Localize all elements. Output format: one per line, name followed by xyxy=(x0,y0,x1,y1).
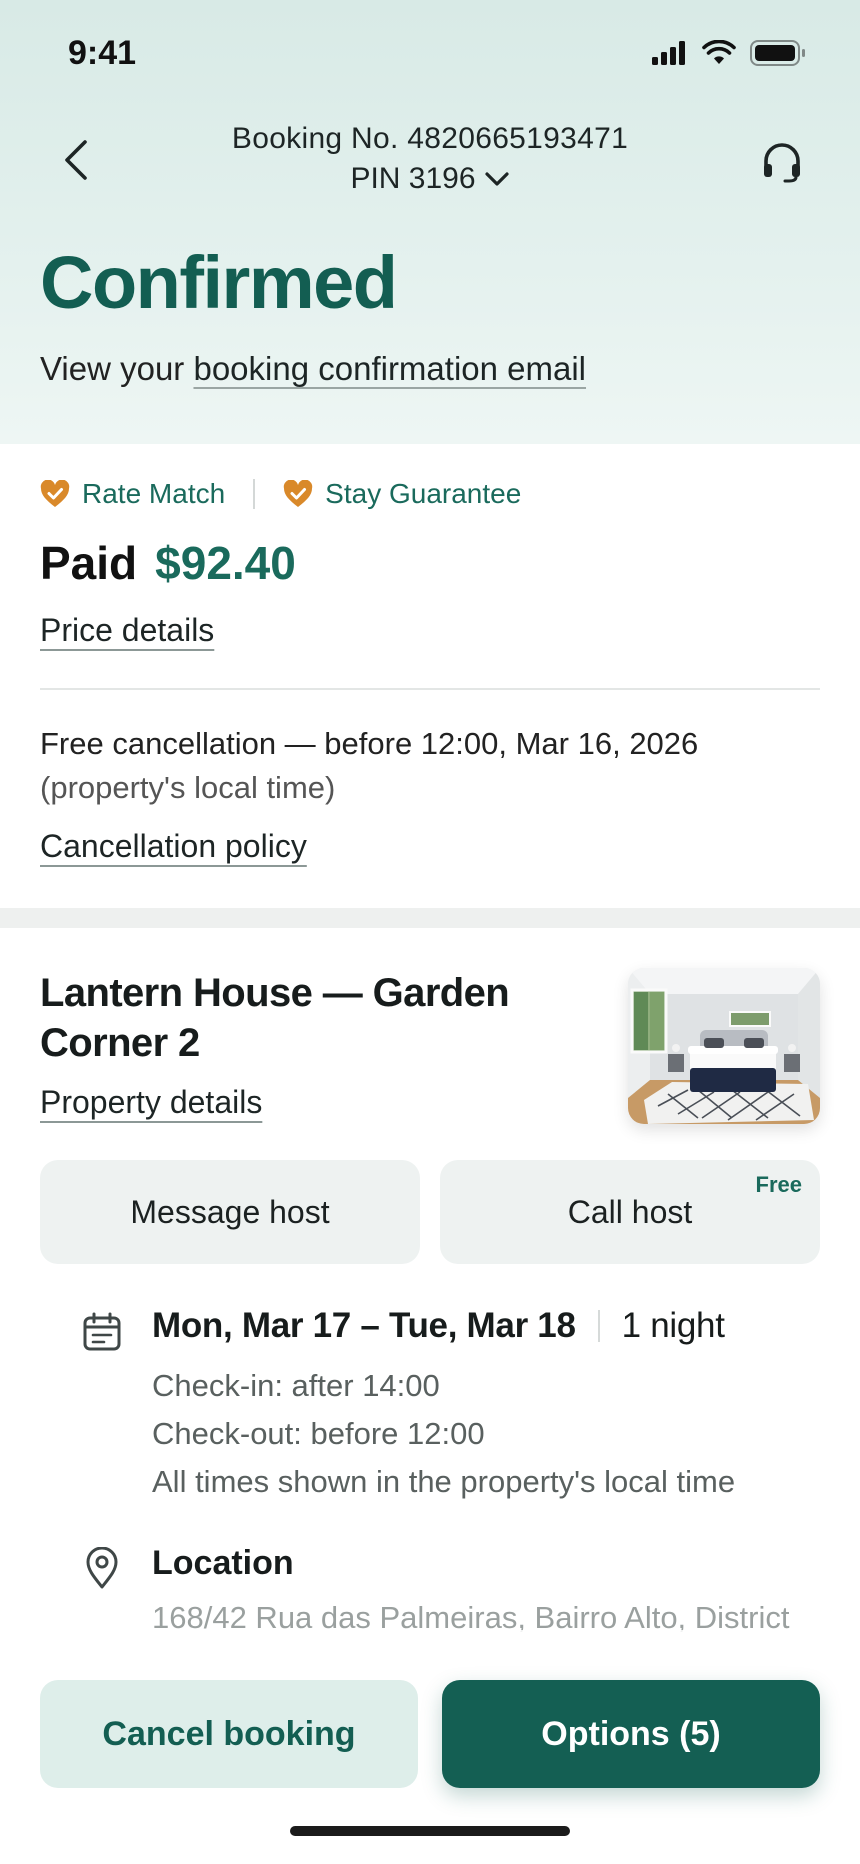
status-icons xyxy=(652,40,806,66)
booking-status-title: Confirmed xyxy=(40,241,398,324)
check-out-time: Check-out: before 12:00 xyxy=(152,1416,485,1451)
price-details-link[interactable]: Price details xyxy=(40,612,214,649)
booking-number: Booking No. 4820665193471 xyxy=(231,122,629,155)
badge-divider xyxy=(253,479,256,509)
support-button[interactable] xyxy=(756,134,808,190)
heart-check-icon xyxy=(283,480,313,507)
local-time-notice: All times shown in the property's local … xyxy=(152,1464,736,1499)
battery-icon xyxy=(750,40,805,66)
location-pin-icon xyxy=(80,1546,124,1590)
stay-dates-row: Mon, Mar 17 – Tue, Mar 18 1 night xyxy=(152,1306,725,1346)
cancel-booking-button[interactable]: Cancel booking xyxy=(40,1680,418,1788)
message-host-button[interactable]: Message host xyxy=(40,1160,420,1264)
calendar-icon xyxy=(80,1310,124,1354)
rate-match-badge[interactable]: Rate Match xyxy=(40,478,225,510)
location-title: Location xyxy=(152,1544,294,1582)
stay-dates: Mon, Mar 17 – Tue, Mar 18 xyxy=(152,1306,576,1345)
home-indicator[interactable] xyxy=(290,1826,570,1836)
check-in-time: Check-in: after 14:00 xyxy=(152,1368,440,1403)
booking-screen: 9:41 Booking No. 4820665193471 PIN 3196 … xyxy=(0,0,860,1864)
section-divider xyxy=(40,688,820,690)
status-bar: 9:41 xyxy=(0,0,860,110)
confirmation-email-row: View your booking confirmation email xyxy=(40,350,586,388)
confirmation-email-link[interactable]: booking confirmation email xyxy=(193,350,586,387)
signal-icon xyxy=(652,41,685,65)
local-time-note: (property's local time) xyxy=(40,770,336,805)
dates-divider xyxy=(597,1310,600,1342)
property-details-link[interactable]: Property details xyxy=(40,1084,262,1121)
call-host-button[interactable]: Call host Free xyxy=(440,1160,820,1264)
chevron-down-icon xyxy=(484,172,509,186)
property-name: Lantern House — Garden Corner 2 xyxy=(40,971,510,1065)
heart-check-icon xyxy=(40,480,70,507)
call-host-label: Call host xyxy=(567,1193,693,1230)
rate-match-label: Rate Match xyxy=(82,478,226,509)
status-time: 9:41 xyxy=(68,34,137,72)
wifi-icon xyxy=(702,40,736,64)
stay-guarantee-label: Stay Guarantee xyxy=(325,478,522,509)
stay-guarantee-badge[interactable]: Stay Guarantee xyxy=(283,478,521,510)
free-cancellation-text: Free cancellation — before 12:00, Mar 16… xyxy=(40,726,699,761)
message-host-label: Message host xyxy=(130,1193,330,1230)
email-prefix: View your xyxy=(40,350,194,387)
bedroom-photo xyxy=(628,968,820,1124)
pin-label: PIN 3196 xyxy=(350,162,476,195)
pin-toggle[interactable]: PIN 3196 xyxy=(0,162,860,196)
property-photo[interactable] xyxy=(628,968,820,1124)
options-button[interactable]: Options (5) xyxy=(442,1680,820,1788)
free-call-tag: Free xyxy=(755,1172,802,1197)
paid-label: Paid xyxy=(40,537,138,589)
headset-icon xyxy=(764,143,800,183)
stay-nights: 1 night xyxy=(621,1306,725,1345)
paid-amount: $92.40 xyxy=(155,537,296,589)
cancellation-policy-link[interactable]: Cancellation policy xyxy=(40,828,307,865)
section-separator xyxy=(0,908,860,928)
payment-summary: Paid $92.40 xyxy=(40,536,296,590)
guarantee-badges: Rate Match Stay Guarantee xyxy=(40,474,521,514)
top-navigation: Booking No. 4820665193471 PIN 3196 xyxy=(0,110,860,210)
